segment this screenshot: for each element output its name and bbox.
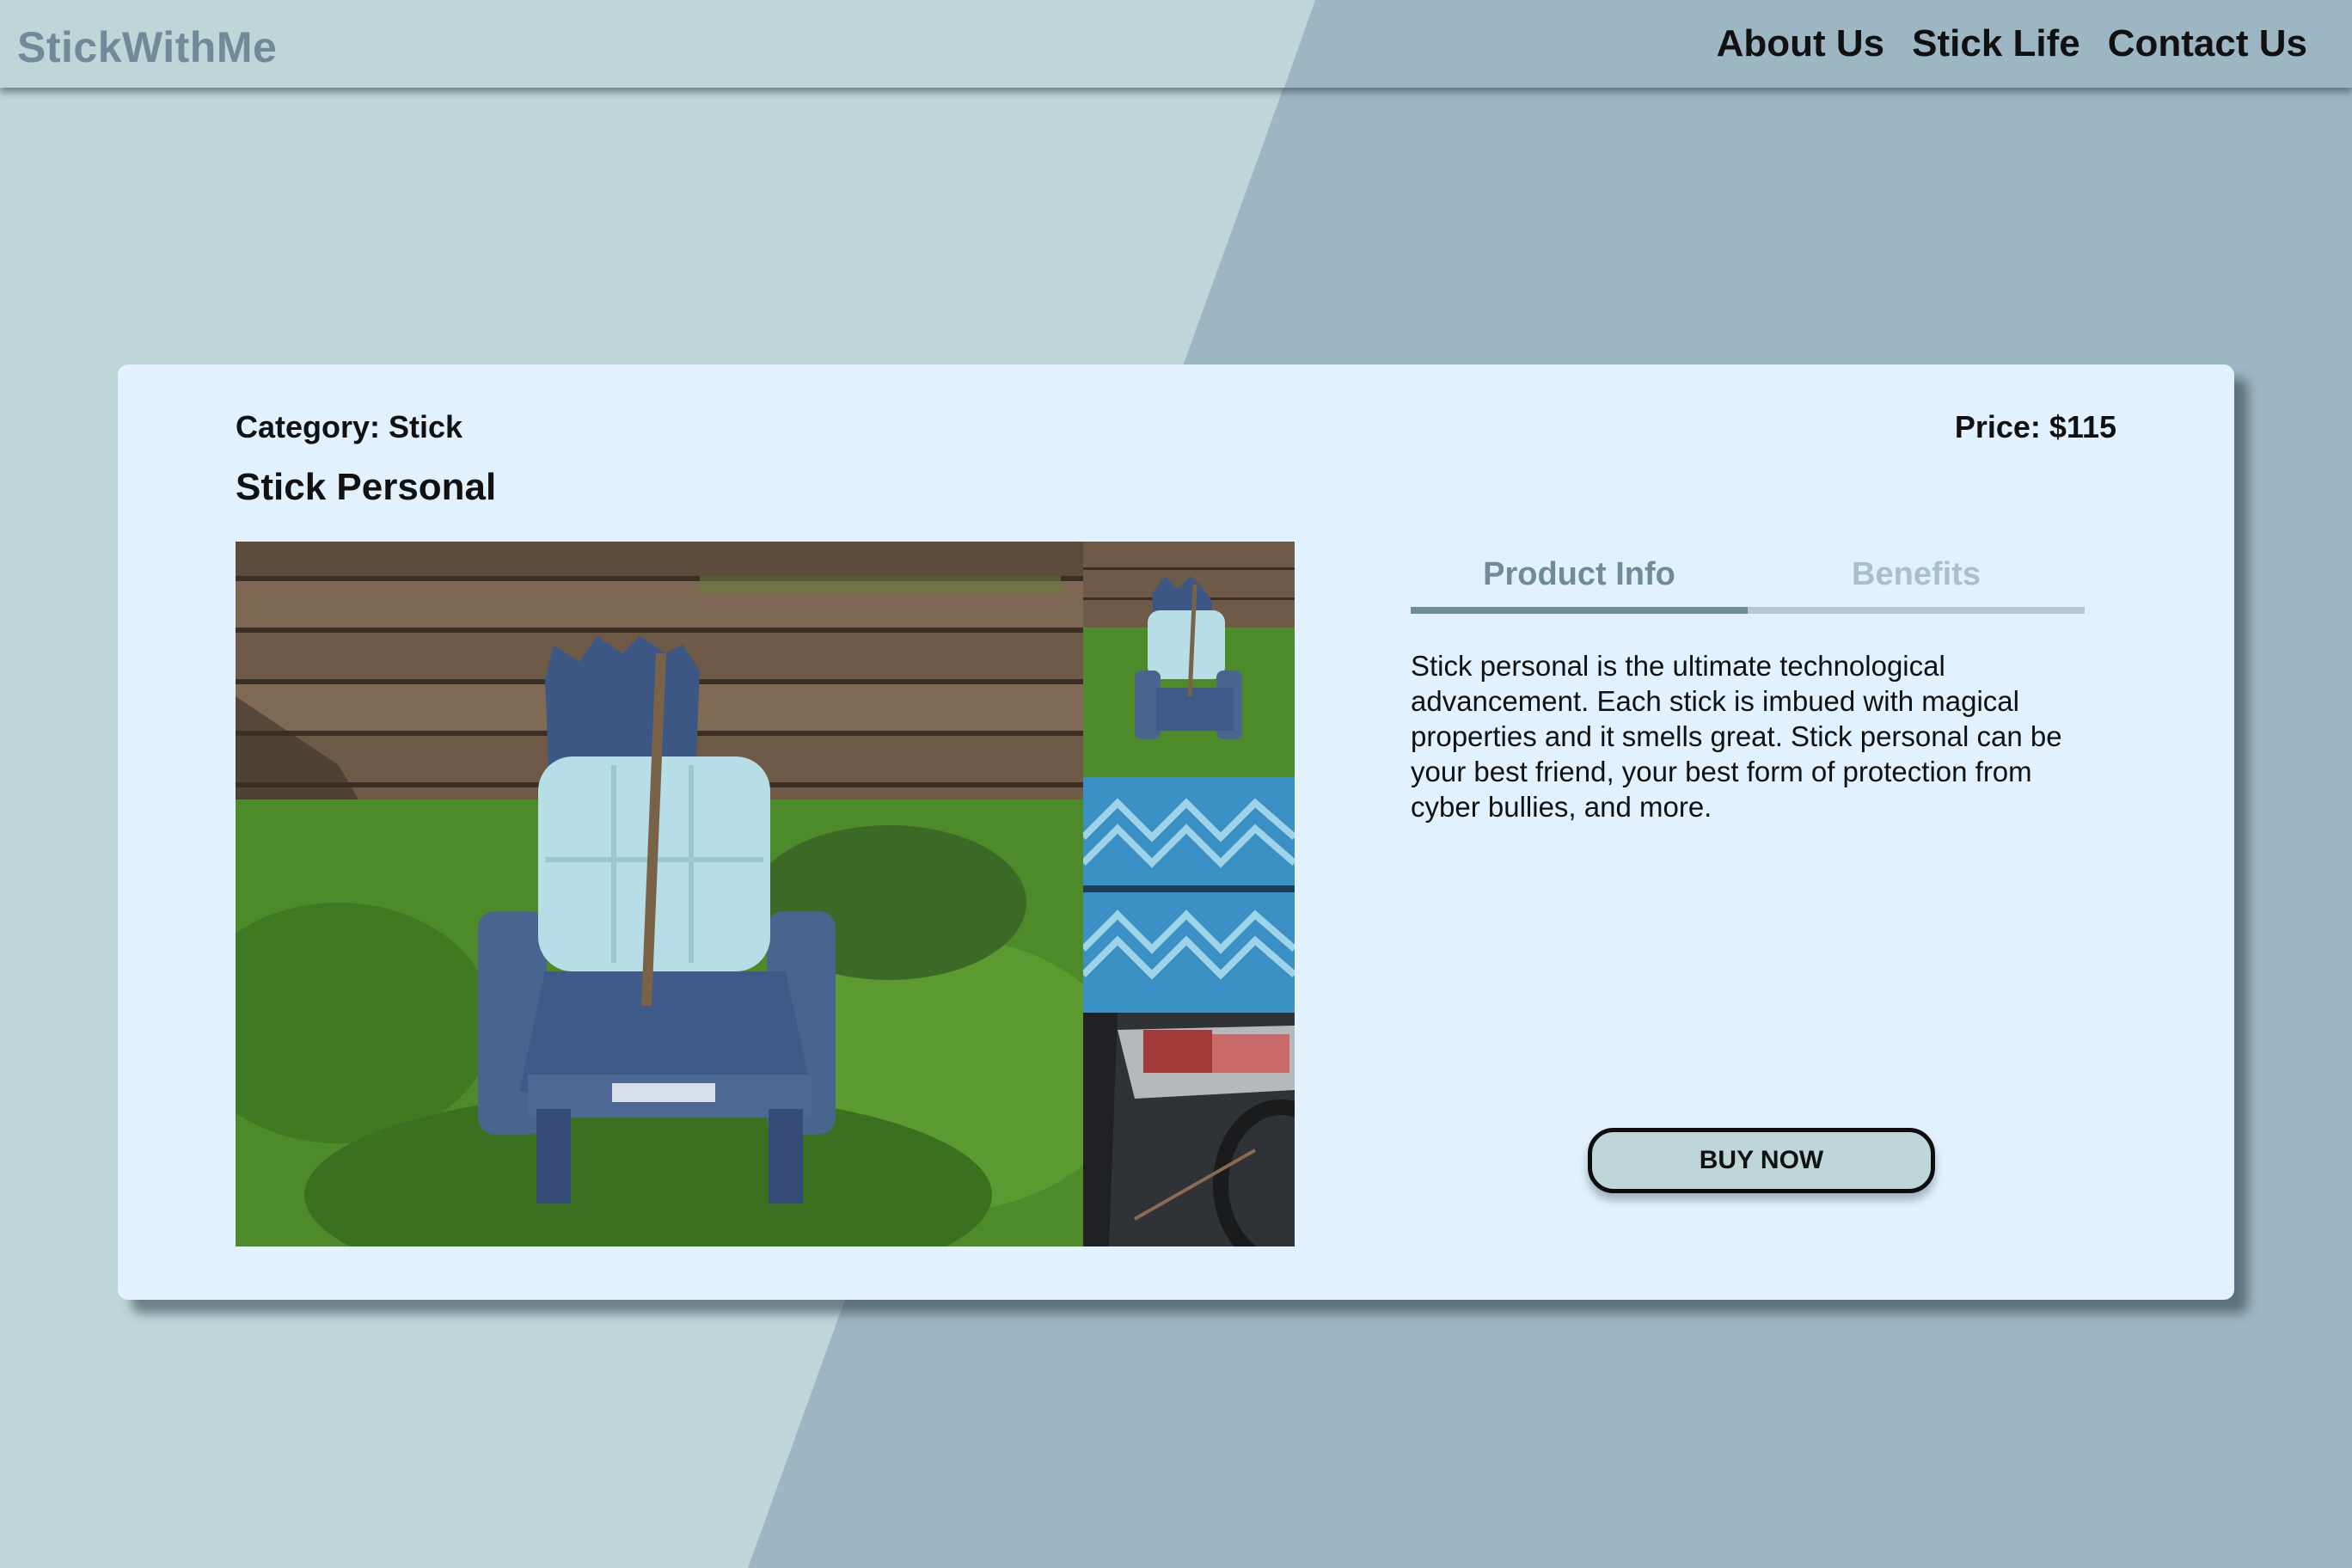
product-price: Price: $115 [1954, 409, 2116, 444]
buy-now-button[interactable]: BUY NOW [1588, 1128, 1935, 1193]
site-logo[interactable]: StickWithMe [17, 22, 277, 72]
tab-inactive-indicator [1748, 607, 2085, 614]
product-title: Stick Personal [236, 466, 497, 508]
tab-active-indicator [1411, 607, 1748, 614]
product-card: Category: Stick Price: $115 Stick Person… [118, 364, 2234, 1300]
product-gallery [236, 542, 1295, 1246]
nav-contact-us[interactable]: Contact Us [2108, 22, 2307, 65]
product-description: Stick personal is the ultimate technolog… [1411, 650, 2062, 823]
main-nav: About Us Stick Life Contact Us [1717, 22, 2307, 65]
tab-benefits[interactable]: Benefits [1748, 554, 2085, 607]
nav-about-us[interactable]: About Us [1717, 22, 1885, 65]
thumbnail-pattern-image [1083, 777, 1295, 1013]
nav-stick-life[interactable]: Stick Life [1912, 22, 2080, 65]
main-product-photo [236, 542, 1083, 1246]
thumbnail-cushion-pattern[interactable] [1083, 777, 1295, 1013]
thumbnail-car-interior[interactable] [1083, 1013, 1295, 1246]
product-tabs: Product Info Benefits [1411, 554, 2085, 614]
thumbnail-chair[interactable] [1083, 542, 1295, 777]
tab-product-info[interactable]: Product Info [1411, 554, 1748, 607]
thumbnail-chair-image [1083, 542, 1295, 777]
product-category: Category: Stick [236, 409, 463, 444]
site-header: StickWithMe About Us Stick Life Contact … [0, 0, 2352, 88]
chair-photo-image [236, 542, 1083, 1246]
thumbnail-car-image [1083, 1013, 1295, 1246]
